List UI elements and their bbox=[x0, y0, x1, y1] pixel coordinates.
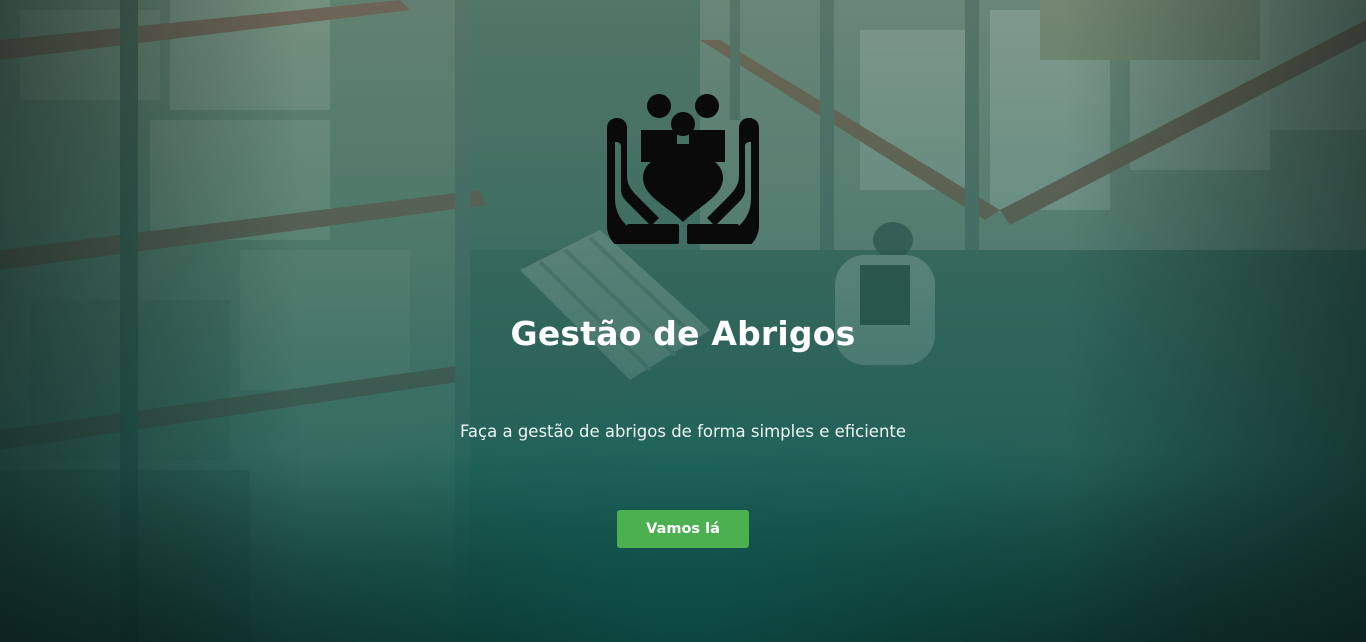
hero-content: Gestão de Abrigos Faça a gestão de abrig… bbox=[0, 0, 1366, 642]
page-title: Gestão de Abrigos bbox=[510, 314, 856, 353]
hero-subtitle: Faça a gestão de abrigos de forma simple… bbox=[459, 422, 907, 441]
get-started-button[interactable]: Vamos lá bbox=[617, 510, 749, 548]
hero-section: Gestão de Abrigos Faça a gestão de abrig… bbox=[0, 0, 1366, 642]
hands-holding-people-heart-icon bbox=[607, 94, 759, 244]
